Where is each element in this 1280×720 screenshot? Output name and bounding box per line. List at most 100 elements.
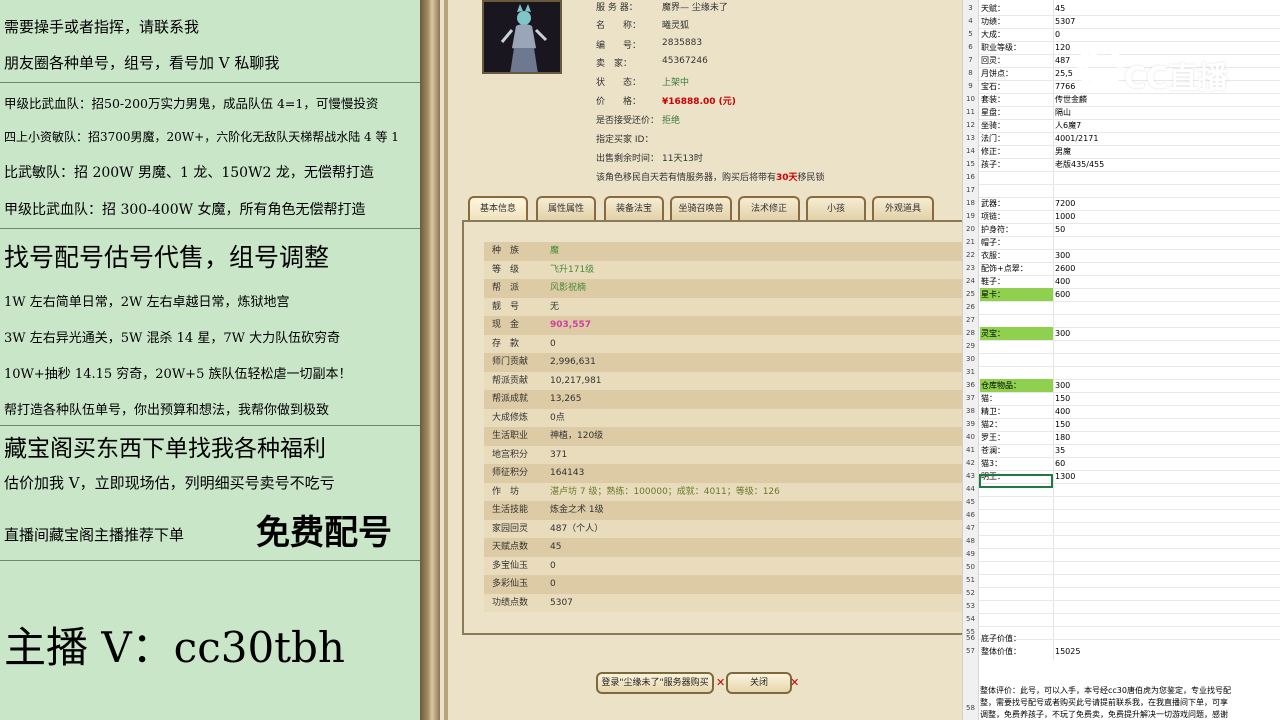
cell-value[interactable]: 300	[1054, 327, 1280, 340]
close-x-icon[interactable]: ✕	[790, 676, 799, 689]
info-label: 是否接受还价：	[596, 116, 660, 126]
cell-label[interactable]: 整体价值：	[980, 645, 1053, 658]
info-value: 2835883	[662, 38, 703, 48]
cell-label[interactable]: 灵宝：	[980, 327, 1053, 340]
info-row-value: 魔	[550, 246, 560, 256]
row-number: 8	[968, 69, 973, 77]
tab-child[interactable]: 小孩	[806, 196, 866, 220]
row-number: 10	[966, 95, 975, 103]
cell-value[interactable]: 600	[1054, 288, 1280, 301]
cell-label[interactable]: 猫3：	[980, 457, 1053, 470]
cell-value[interactable]: 150	[1054, 418, 1280, 431]
cell-label[interactable]: 套装：	[980, 93, 1053, 106]
close-x-icon[interactable]: ✕	[716, 676, 725, 689]
cell-value[interactable]: 45	[1054, 2, 1280, 15]
cell-label[interactable]: 底子价值：	[980, 632, 1053, 645]
row-number: 47	[966, 524, 975, 532]
info-row-label: 生活职业	[492, 431, 529, 441]
cell-value[interactable]: 男魔	[1054, 145, 1280, 158]
sheet-row: 12 坐骑： 人6魔7	[963, 119, 1280, 132]
row-number: 6	[968, 43, 973, 51]
cell-label[interactable]: 精卫：	[980, 405, 1053, 418]
cell-value[interactable]: 老版435/455	[1054, 158, 1280, 171]
cell-label[interactable]: 功绩：	[980, 15, 1053, 28]
cell-label[interactable]: 鞋子：	[980, 275, 1053, 288]
cell-label[interactable]: 天赋：	[980, 2, 1053, 15]
cell-label[interactable]: 星盘：	[980, 106, 1053, 119]
cell-label[interactable]: 配饰+点翠：	[980, 262, 1053, 275]
cell-value[interactable]: 60	[1054, 457, 1280, 470]
row-number: 18	[966, 199, 975, 207]
tab-equipment[interactable]: 装备法宝	[604, 196, 664, 220]
cell-value[interactable]: 300	[1054, 379, 1280, 392]
cell-value[interactable]: 隔山	[1054, 106, 1280, 119]
info-row: 种 族魔	[484, 242, 965, 261]
info-row-label: 生活技能	[492, 505, 529, 515]
cell-label[interactable]: 法门：	[980, 132, 1053, 145]
promo-line: 四上小资敏队：招3700男魔，20W+，六阶化无敌队天梯帮战水陆 4 等 1	[4, 130, 399, 144]
sheet-row: 26	[963, 301, 1280, 314]
promo-panel: 需要操手或者指挥，请联系我 朋友圈各种单号，组号，看号加 V 私聊我 甲级比武血…	[0, 0, 420, 720]
promo-line: 需要操手或者指挥，请联系我	[4, 18, 200, 36]
cell-value[interactable]: 7200	[1054, 197, 1280, 210]
cell-value[interactable]: 400	[1054, 275, 1280, 288]
cell-label[interactable]: 猫2：	[980, 418, 1053, 431]
cell-label[interactable]: 坐骑：	[980, 119, 1053, 132]
info-row: 多彩仙玉 0	[484, 575, 965, 594]
cell-value[interactable]: 4001/2171	[1054, 132, 1280, 145]
row-number: 26	[966, 303, 975, 311]
selected-cell[interactable]	[979, 474, 1053, 488]
promo-line: 甲级比武血队：招 300-400W 女魔，所有角色无偿帮打造	[4, 202, 366, 218]
tab-spells[interactable]: 法术修正	[738, 196, 800, 220]
cell-value[interactable]: 1300	[1054, 470, 1280, 483]
cell-value[interactable]: 150	[1054, 392, 1280, 405]
tab-appearance[interactable]: 外观道具	[872, 196, 934, 220]
info-row-value: 371	[550, 449, 568, 460]
cell-label[interactable]: 星卡：	[980, 288, 1053, 301]
info-row: 存 款 0	[484, 334, 965, 353]
cell-value[interactable]: 400	[1054, 405, 1280, 418]
cell-value[interactable]: 人6魔7	[1054, 119, 1280, 132]
cell-label[interactable]: 衣服：	[980, 249, 1053, 262]
cell-label[interactable]: 宝石：	[980, 80, 1053, 93]
cell-value[interactable]: 5307	[1054, 15, 1280, 28]
cell-label[interactable]: 仓库物品：	[980, 379, 1053, 392]
info-label: 状 态：	[596, 78, 642, 88]
cell-label[interactable]: 月饼点：	[980, 67, 1053, 80]
cell-value[interactable]: 35	[1054, 444, 1280, 457]
sheet-row: 36 仓库物品： 300	[963, 379, 1280, 392]
info-value: 曦灵狐	[662, 21, 690, 31]
cell-value[interactable]: 1000	[1054, 210, 1280, 223]
buy-on-server-button[interactable]: 登录"尘缘未了"服务器购买	[596, 672, 714, 694]
tab-mounts[interactable]: 坐骑召唤兽	[670, 196, 732, 220]
info-value: 魔界— 尘缘未了	[662, 3, 728, 13]
cell-label[interactable]: 孩子：	[980, 158, 1053, 171]
cell-value[interactable]: 300	[1054, 249, 1280, 262]
cell-value[interactable]: 50	[1054, 223, 1280, 236]
cell-label[interactable]: 项链：	[980, 210, 1053, 223]
cell-value[interactable]: 15025	[1054, 645, 1280, 658]
cell-label[interactable]: 罗王：	[980, 431, 1053, 444]
info-row-value: 飞升171级	[550, 264, 595, 275]
cell-label[interactable]: 回灵：	[980, 54, 1053, 67]
close-button[interactable]: 关闭	[726, 672, 792, 694]
screen: 需要操手或者指挥，请联系我 朋友圈各种单号，组号，看号加 V 私聊我 甲级比武血…	[0, 0, 1280, 720]
tab-attributes[interactable]: 属性属性	[536, 196, 596, 220]
cell-label[interactable]: 护身符：	[980, 223, 1053, 236]
sheet-row: 42 猫3： 60	[963, 457, 1280, 470]
tab-basic-info[interactable]: 基本信息	[468, 196, 528, 220]
info-row-value: 0	[550, 338, 556, 349]
cell-label[interactable]: 苍澜：	[980, 444, 1053, 457]
row-number: 52	[966, 589, 975, 597]
cell-label[interactable]: 猫：	[980, 392, 1053, 405]
cell-label[interactable]: 帽子：	[980, 236, 1053, 249]
info-row-label: 多宝仙玉	[492, 560, 529, 571]
row-number: 25	[966, 290, 975, 298]
cell-label[interactable]: 大成：	[980, 28, 1053, 41]
cell-label[interactable]: 武器：	[980, 197, 1053, 210]
cell-value[interactable]: 180	[1054, 431, 1280, 444]
row-number: 54	[966, 615, 975, 623]
cell-label[interactable]: 修正：	[980, 145, 1053, 158]
cell-value[interactable]: 2600	[1054, 262, 1280, 275]
cell-label[interactable]: 职业等级：	[980, 41, 1053, 54]
